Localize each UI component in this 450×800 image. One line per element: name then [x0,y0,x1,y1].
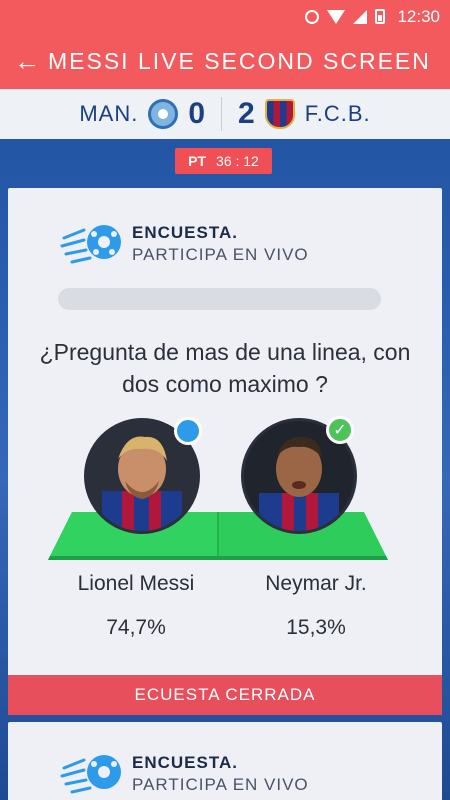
poll-card: ENCUESTA. PARTICIPA EN VIVO ¿Pregunta de… [8,188,442,715]
match-clock: 36 : 12 [216,153,259,169]
poll-subtitle: PARTICIPA EN VIVO [132,245,309,264]
poll-title: ENCUESTA. [132,223,238,242]
wifi-icon [327,9,346,24]
status-bar: 12:30 [0,0,450,33]
poll-closed-button[interactable]: ECUESTA CERRADA [8,675,442,715]
match-time-badge: PT 36 : 12 [175,148,272,174]
option-name-1: Lionel Messi [77,572,195,595]
scoreboard: MAN. 0 2 F.C.B. [0,89,450,139]
home-team-name: MAN. [79,101,139,126]
poll-header: ENCUESTA. PARTICIPA EN VIVO [60,220,309,268]
check-icon: ✓ [326,416,354,444]
option-percent-2: 15,3% [286,616,346,639]
score-divider [221,97,223,131]
app-title: MESSI LIVE SECOND SCREEN [48,47,431,74]
battery-icon [375,9,386,24]
soccer-ball-icon [60,225,121,264]
next-poll-header: ENCUESTA. PARTICIPA EN VIVO [60,750,309,798]
selected-dot-icon [174,417,202,445]
soccer-ball-icon [60,755,121,794]
match-period: PT [188,153,207,169]
poll-header-text: ENCUESTA. PARTICIPA EN VIVO [132,223,309,265]
arrow-left-icon[interactable]: ← [14,48,48,74]
home-score: 0 [188,97,206,130]
poll-progress-bar [58,288,381,310]
circle-icon [305,9,320,24]
away-score: 2 [238,97,255,130]
fc-barcelona-crest-icon [264,99,295,129]
next-poll-header-text: ENCUESTA. PARTICIPA EN VIVO [132,753,309,795]
app-bar: ← MESSI LIVE SECOND SCREEN [0,33,450,89]
next-poll-card[interactable]: ENCUESTA. PARTICIPA EN VIVO [8,722,442,800]
option-percent-1: 74,7% [106,616,166,639]
next-poll-subtitle: PARTICIPA EN VIVO [132,775,309,794]
status-time: 12:30 [397,6,440,26]
poll-question: ¿Pregunta de mas de una linea, con dos c… [39,339,411,397]
option-name-2: Neymar Jr. [265,572,367,595]
away-team-name: F.C.B. [304,101,371,126]
next-poll-title: ENCUESTA. [132,753,238,772]
manchester-city-crest-icon [148,99,179,129]
signal-icon [353,9,368,24]
